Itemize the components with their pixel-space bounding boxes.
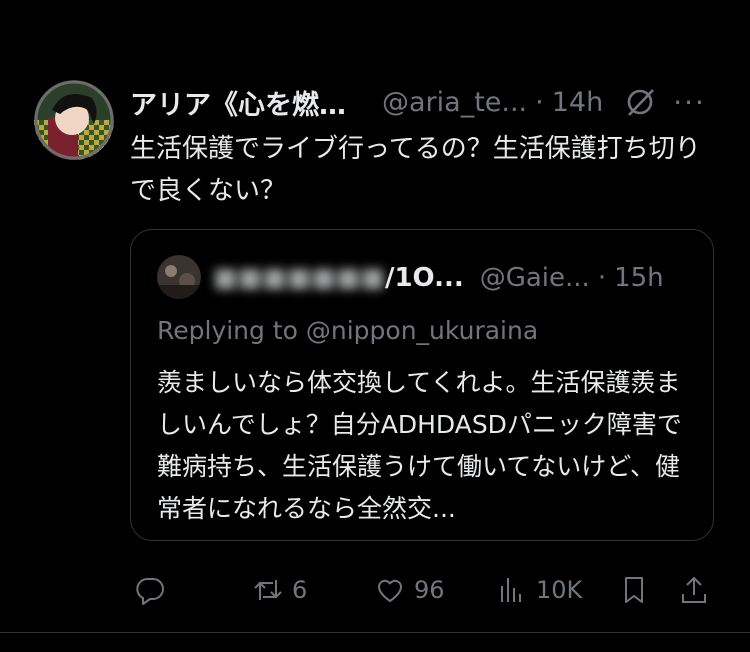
retweet-button[interactable]: 6 <box>252 568 307 612</box>
quoted-avatar[interactable] <box>157 255 201 299</box>
tweet-text: 生活保護でライブ行ってるの？生活保護打ち切りで良くない？ <box>130 134 701 206</box>
avatar[interactable] <box>34 80 114 160</box>
grok-icon[interactable] <box>623 85 657 119</box>
quoted-header: ■■■■■■■ /1O... @Gaie... · 15h <box>213 260 693 296</box>
bookmark-button[interactable] <box>618 568 650 612</box>
quoted-text: 羨ましいなら体交換してくれよ。生活保護羨ましいんでしょ？自分ADHDASDパニッ… <box>157 368 682 523</box>
quoted-timestamp: 15h <box>614 263 664 293</box>
share-icon <box>682 576 706 603</box>
heart-icon <box>377 579 403 602</box>
action-bar: 6 96 10K <box>130 568 720 612</box>
quoted-display-name-redacted: ■■■■■■■ <box>213 263 385 293</box>
like-button[interactable]: 96 <box>374 568 445 612</box>
replying-to[interactable]: Replying to @nippon_ukuraina <box>157 316 538 345</box>
bookmark-icon <box>625 577 643 603</box>
views-icon <box>501 578 521 602</box>
view-count: 10K <box>536 576 583 604</box>
more-options-icon[interactable]: ··· <box>673 86 706 119</box>
user-handle[interactable]: @aria_te... <box>382 87 527 118</box>
reply-button[interactable] <box>134 568 166 612</box>
quoted-tweet[interactable]: ■■■■■■■ /1O... @Gaie... · 15h Replying t… <box>130 229 714 541</box>
like-count: 96 <box>414 576 445 604</box>
tweet-header: アリア《心を燃… @aria_te... · 14h ··· <box>130 82 720 122</box>
separator-dot: · <box>535 86 544 118</box>
quoted-handle[interactable]: @Gaie... <box>480 263 590 293</box>
retweet-icon <box>254 580 282 600</box>
share-button[interactable] <box>678 568 710 612</box>
separator-dot: · <box>597 263 607 293</box>
timestamp[interactable]: 14h <box>552 87 603 118</box>
reply-icon <box>136 578 164 605</box>
display-name[interactable]: アリア《心を燃… <box>130 83 346 122</box>
quoted-display-name[interactable]: /1O... <box>385 263 464 293</box>
retweet-count: 6 <box>292 576 308 604</box>
divider <box>0 632 750 633</box>
views-button[interactable]: 10K <box>496 568 582 612</box>
